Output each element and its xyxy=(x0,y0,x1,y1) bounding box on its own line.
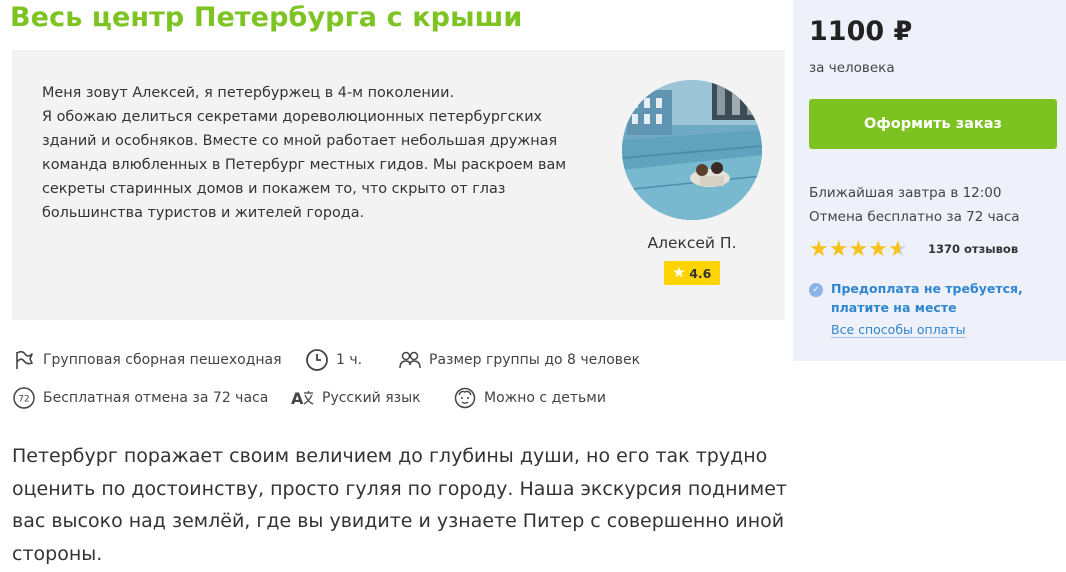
guide-card: Меня зовут Алексей, я петербуржец в 4-м … xyxy=(12,50,785,320)
star-half-icon: ★ xyxy=(887,237,908,262)
reviews-count[interactable]: 1370 отзывов xyxy=(928,242,1018,256)
rooftop-photo xyxy=(622,80,762,220)
tour-description: Петербург поражает своим величием до глу… xyxy=(12,440,792,570)
guide-rating-value: 4.6 xyxy=(689,265,712,281)
order-button[interactable]: Оформить заказ xyxy=(809,99,1057,149)
guide-avatar[interactable] xyxy=(622,80,762,220)
rating-stars[interactable]: ★ ★ ★ ★ ★ xyxy=(809,238,908,262)
payment-methods-link[interactable]: Все способы оплаты xyxy=(831,322,966,338)
star-icon: ★ xyxy=(868,237,888,262)
feature-group-size: Размер группы до 8 человек xyxy=(398,348,640,372)
booking-sidebar: 1100 ₽ за человека Оформить заказ Ближай… xyxy=(793,0,1066,361)
star-icon: ★ xyxy=(848,237,869,262)
feature-label: 1 ч. xyxy=(336,352,363,368)
child-face-icon xyxy=(453,386,477,410)
page-title: Весь центр Петербурга с крыши xyxy=(10,2,523,33)
feature-type: Групповая сборная пешеходная xyxy=(12,348,282,372)
feature-label: Бесплатная отмена за 72 часа xyxy=(43,390,269,406)
free-cancellation: Отмена бесплатно за 72 часа xyxy=(809,209,1020,225)
flag-icon xyxy=(12,348,36,372)
description-line: оценить по достоинству, просто гуляя по … xyxy=(12,477,787,500)
bio-line: большинства туристов и жителей города. xyxy=(42,205,365,221)
star-icon: ★ xyxy=(809,237,829,262)
description-line: стороны. xyxy=(12,542,103,565)
bio-line: секреты старинных домов и покажем то, чт… xyxy=(42,181,506,197)
prepay-notice: ✓ Предоплата не требуется, платите на ме… xyxy=(809,279,1061,317)
feature-label: Групповая сборная пешеходная xyxy=(43,352,282,368)
language-icon: A xyxy=(291,386,315,410)
feature-cancellation: 72 Бесплатная отмена за 72 часа xyxy=(12,386,268,410)
prepay-text: Предоплата не требуется, платите на мест… xyxy=(831,281,1023,315)
clock-icon xyxy=(305,348,329,372)
svg-text:A: A xyxy=(291,389,304,408)
bio-line: Я обожаю делиться секретами дореволюцион… xyxy=(42,109,543,125)
feature-label: Размер группы до 8 человек xyxy=(429,352,641,368)
guide-name[interactable]: Алексей П. xyxy=(612,234,772,252)
price-unit: за человека xyxy=(809,60,895,76)
star-icon: ★ xyxy=(828,237,849,262)
bio-line: Меня зовут Алексей, я петербуржец в 4-м … xyxy=(42,85,455,101)
price: 1100 ₽ xyxy=(809,16,913,47)
cancel-72-icon-text: 72 xyxy=(18,395,29,405)
bio-line: команда влюбленных в Петербург местных г… xyxy=(42,157,567,173)
description-line: вас высоко над землёй, где вы увидите и … xyxy=(12,510,785,532)
description-line: Петербург поражает своим величием до глу… xyxy=(12,445,768,467)
feature-language: A Русский язык xyxy=(291,386,421,410)
feature-label: Можно с детьми xyxy=(484,390,606,406)
check-icon: ✓ xyxy=(809,283,823,297)
feature-kids: Можно с детьми xyxy=(453,386,606,410)
cancel-72-icon: 72 xyxy=(12,386,36,410)
people-icon xyxy=(398,348,422,372)
star-icon: ★ xyxy=(672,265,686,281)
bio-line: зданий и особняков. Вместе со мной работ… xyxy=(42,133,558,149)
guide-bio: Меня зовут Алексей, я петербуржец в 4-м … xyxy=(42,81,602,225)
nearest-date: Ближайшая завтра в 12:00 xyxy=(809,185,1002,201)
guide-rating-badge: ★ 4.6 xyxy=(664,261,720,285)
feature-duration: 1 ч. xyxy=(305,348,362,372)
feature-label: Русский язык xyxy=(322,390,421,406)
